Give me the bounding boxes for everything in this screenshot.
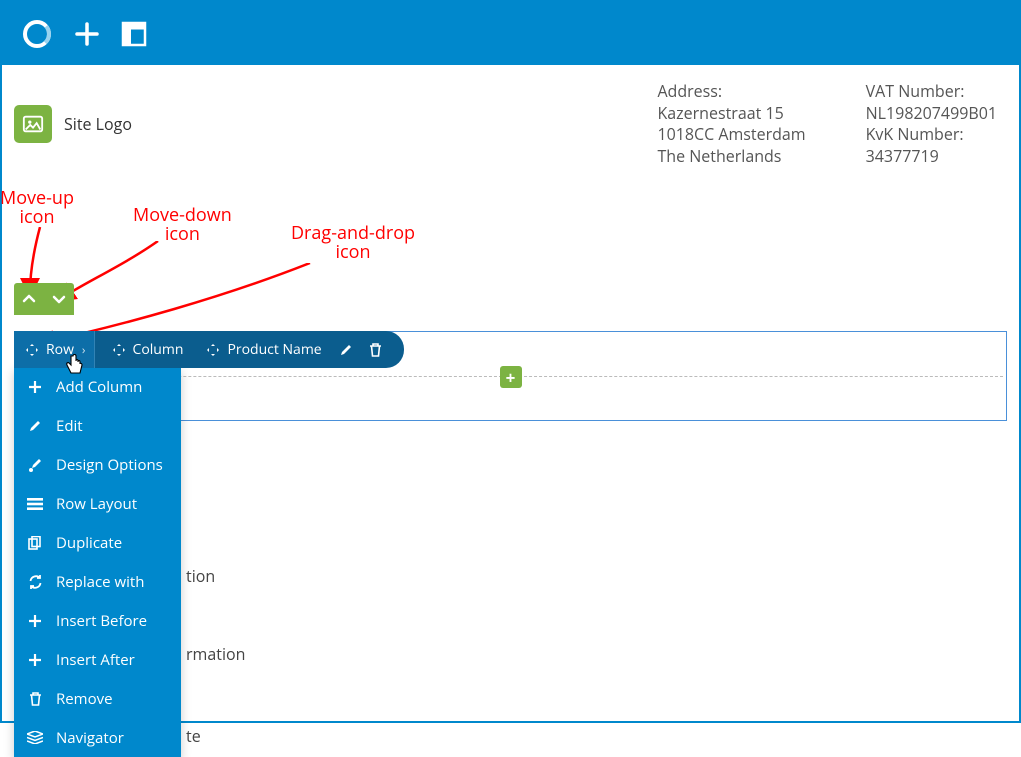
menu-row-layout[interactable]: Row Layout xyxy=(14,484,181,523)
bg-text-fragment: rmation xyxy=(186,643,245,665)
menu-label: Navigator xyxy=(56,728,124,748)
menu-label: Insert Before xyxy=(56,611,147,631)
trash-icon[interactable] xyxy=(364,343,388,357)
menu-label: Edit xyxy=(56,416,83,436)
menu-remove[interactable]: Remove xyxy=(14,679,181,718)
context-product-name-label: Product Name xyxy=(227,340,321,359)
plus-icon xyxy=(26,380,44,394)
menu-navigator[interactable]: Navigator xyxy=(14,718,181,757)
duplicate-icon xyxy=(26,536,44,550)
topbar xyxy=(2,2,1019,65)
address-label: Address: xyxy=(657,81,805,103)
drag-icon xyxy=(24,342,40,358)
rowlayout-icon xyxy=(26,498,44,510)
address-block: Address: Kazernestraat 15 1018CC Amsterd… xyxy=(657,81,805,167)
context-row-label: Row xyxy=(46,340,74,359)
site-logo-label: Site Logo xyxy=(64,113,132,135)
menu-duplicate[interactable]: Duplicate xyxy=(14,523,181,562)
layout-template-icon[interactable] xyxy=(120,20,148,48)
template-header: Site Logo Address: Kazernestraat 15 1018… xyxy=(14,75,1007,173)
edit-icon[interactable] xyxy=(334,343,358,357)
menu-insert-before[interactable]: Insert Before xyxy=(14,601,181,640)
address-line1: Kazernestraat 15 xyxy=(657,103,805,125)
image-icon xyxy=(14,105,52,143)
menu-label: Add Column xyxy=(56,377,142,397)
pencil-icon xyxy=(26,419,44,433)
trash-icon xyxy=(26,692,44,706)
context-column[interactable]: Column xyxy=(101,331,190,368)
menu-label: Row Layout xyxy=(56,494,137,514)
vat-block: VAT Number: NL198207499B01 KvK Number: 3… xyxy=(866,81,997,167)
menu-label: Duplicate xyxy=(56,533,122,553)
kvk-label: KvK Number: xyxy=(866,124,997,146)
address-line2: 1018CC Amsterdam xyxy=(657,124,805,146)
navigator-icon xyxy=(26,731,44,744)
menu-replace-with[interactable]: Replace with xyxy=(14,562,181,601)
bg-text-fragment: tion xyxy=(186,565,215,587)
annotation-moveup: Move-up icon xyxy=(0,189,74,227)
menu-edit[interactable]: Edit xyxy=(14,406,181,445)
context-row[interactable]: Row › xyxy=(14,331,95,368)
menu-label: Insert After xyxy=(56,650,135,670)
menu-design-options[interactable]: Design Options xyxy=(14,445,181,484)
row-context-menu: Add Column Edit Design Options Row Layou… xyxy=(14,367,181,757)
context-column-label: Column xyxy=(133,340,184,359)
menu-add-column[interactable]: Add Column xyxy=(14,367,181,406)
menu-label: Replace with xyxy=(56,572,144,592)
canvas: Site Logo Address: Kazernestraat 15 1018… xyxy=(2,65,1019,721)
drag-icon xyxy=(111,342,127,358)
move-handles xyxy=(14,283,74,315)
move-down-icon[interactable] xyxy=(44,283,74,315)
replace-icon xyxy=(26,575,44,589)
add-element-plus-icon[interactable]: + xyxy=(500,366,522,388)
menu-label: Design Options xyxy=(56,455,163,475)
address-line3: The Netherlands xyxy=(657,146,805,168)
site-logo-block[interactable]: Site Logo xyxy=(14,81,132,167)
move-up-icon[interactable] xyxy=(14,283,44,315)
brand-circle-icon[interactable] xyxy=(20,17,54,51)
plus-icon xyxy=(26,614,44,628)
bg-text-fragment: te xyxy=(186,725,201,747)
add-element-icon[interactable] xyxy=(72,19,102,49)
brush-icon xyxy=(26,458,44,472)
vat-value: NL198207499B01 xyxy=(866,103,997,125)
context-product-name[interactable]: Product Name xyxy=(195,331,327,368)
menu-label: Remove xyxy=(56,689,113,709)
context-bar: Row › Column Product Name xyxy=(14,331,404,368)
vat-label: VAT Number: xyxy=(866,81,997,103)
chevron-right-icon: › xyxy=(80,341,88,358)
annotation-dragdrop: Drag-and-drop icon xyxy=(291,224,415,262)
annotation-movedown: Move-down icon xyxy=(133,206,232,244)
menu-insert-after[interactable]: Insert After xyxy=(14,640,181,679)
plus-icon xyxy=(26,653,44,667)
kvk-value: 34377719 xyxy=(866,146,997,168)
drag-icon xyxy=(205,342,221,358)
